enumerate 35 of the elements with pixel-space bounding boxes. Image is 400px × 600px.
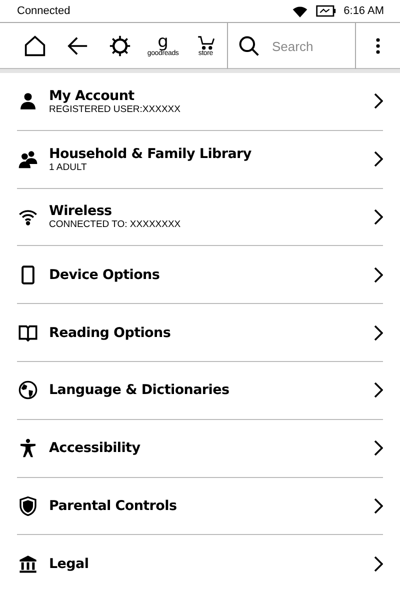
settings-item[interactable]: Accessibility — [17, 420, 383, 478]
back-icon — [66, 36, 89, 56]
chevron-icon — [373, 324, 383, 341]
chevron-icon — [373, 556, 383, 572]
settings-item[interactable]: Device Options — [17, 246, 383, 304]
connection-status: Connected — [17, 5, 70, 17]
settings-item[interactable]: Reading Options — [17, 304, 383, 362]
bank-icon — [18, 554, 38, 574]
chevron-icon — [373, 382, 383, 398]
person-icon — [18, 91, 38, 112]
people-icon — [18, 149, 38, 170]
chevron-icon — [373, 440, 383, 456]
settings-icon — [109, 35, 132, 57]
home-icon — [24, 35, 46, 57]
accessibility-icon — [18, 438, 38, 458]
chevron-icon — [373, 498, 383, 514]
cart-icon — [196, 36, 215, 50]
wifi-icon — [292, 4, 308, 18]
chevron-icon — [373, 208, 383, 225]
globe-icon — [18, 380, 38, 400]
battery-icon — [316, 5, 336, 17]
chevron-icon — [373, 93, 383, 110]
shield-icon — [18, 496, 38, 516]
settings-item[interactable]: My Account REGISTERED USER:XXXXXX — [17, 73, 383, 131]
settings-item[interactable]: Legal — [17, 535, 383, 594]
settings-item[interactable]: Household & Family Library 1 ADULT — [17, 130, 383, 189]
book-icon — [18, 322, 38, 343]
settings-item[interactable]: Parental Controls — [17, 478, 383, 536]
search-icon — [238, 35, 260, 57]
chevron-icon — [373, 266, 383, 283]
settings-item[interactable]: Language & Dictionaries — [17, 362, 383, 420]
menu-icon — [376, 38, 380, 54]
settings-item[interactable]: Wireless CONNECTED TO: XXXXXXXX — [17, 188, 383, 246]
chevron-icon — [373, 151, 383, 168]
clock-time: 6:16 AM — [344, 5, 384, 17]
